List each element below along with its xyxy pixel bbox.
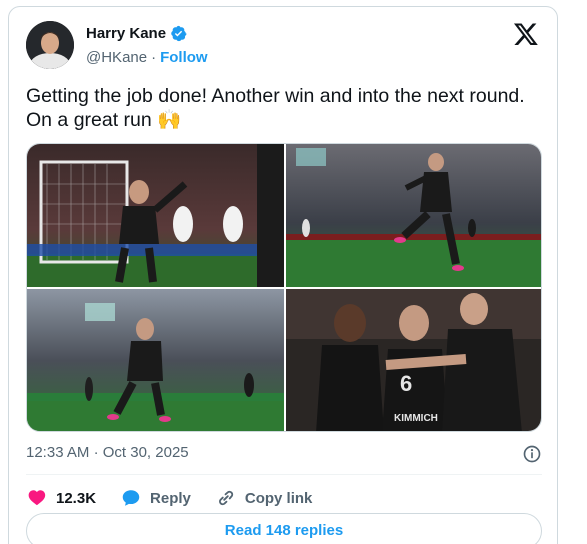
jersey-number: 6 (400, 371, 412, 396)
photo-3[interactable] (27, 289, 284, 431)
read-replies-button[interactable]: Read 148 replies (26, 513, 542, 544)
author-name[interactable]: Harry Kane (86, 25, 166, 42)
timestamp-separator: · (93, 444, 99, 461)
author-name-row: Harry Kane (86, 25, 187, 42)
media-grid: 6 KIMMICH (26, 143, 542, 432)
reply-bubble-icon (122, 490, 140, 506)
info-icon[interactable] (522, 444, 542, 464)
handle-separator: · (151, 49, 157, 66)
avatar[interactable] (26, 21, 74, 69)
verified-badge-icon (170, 25, 187, 42)
action-bar: 12.3K Reply Copy link (26, 483, 336, 513)
tweet-card: Harry Kane @HKane · Follow Getting the j… (8, 6, 558, 544)
copy-link-label: Copy link (244, 489, 313, 507)
photo-1[interactable] (27, 144, 284, 287)
reply-button[interactable]: Reply (120, 487, 191, 509)
link-icon (218, 490, 233, 506)
tweet-text: Getting the job done! Another win and in… (26, 85, 525, 131)
heart-icon (28, 490, 46, 506)
author-handle[interactable]: @HKane (86, 49, 147, 66)
like-button[interactable]: 12.3K (26, 487, 96, 509)
jersey-name: KIMMICH (394, 413, 438, 424)
timestamp-row: 12:33 AM · Oct 30, 2025 (26, 444, 542, 464)
photo-4[interactable]: 6 KIMMICH (286, 289, 541, 431)
follow-button[interactable]: Follow (160, 49, 208, 66)
x-logo-icon[interactable] (513, 21, 539, 47)
photo-2[interactable] (286, 144, 541, 287)
tweet-date[interactable]: Oct 30, 2025 (103, 444, 189, 461)
tweet-time[interactable]: 12:33 AM (26, 444, 89, 461)
like-count: 12.3K (56, 489, 97, 507)
copy-link-button[interactable]: Copy link (215, 487, 313, 509)
reply-label: Reply (150, 489, 191, 507)
divider (26, 474, 542, 475)
author-handle-row: @HKane · Follow (86, 49, 208, 66)
